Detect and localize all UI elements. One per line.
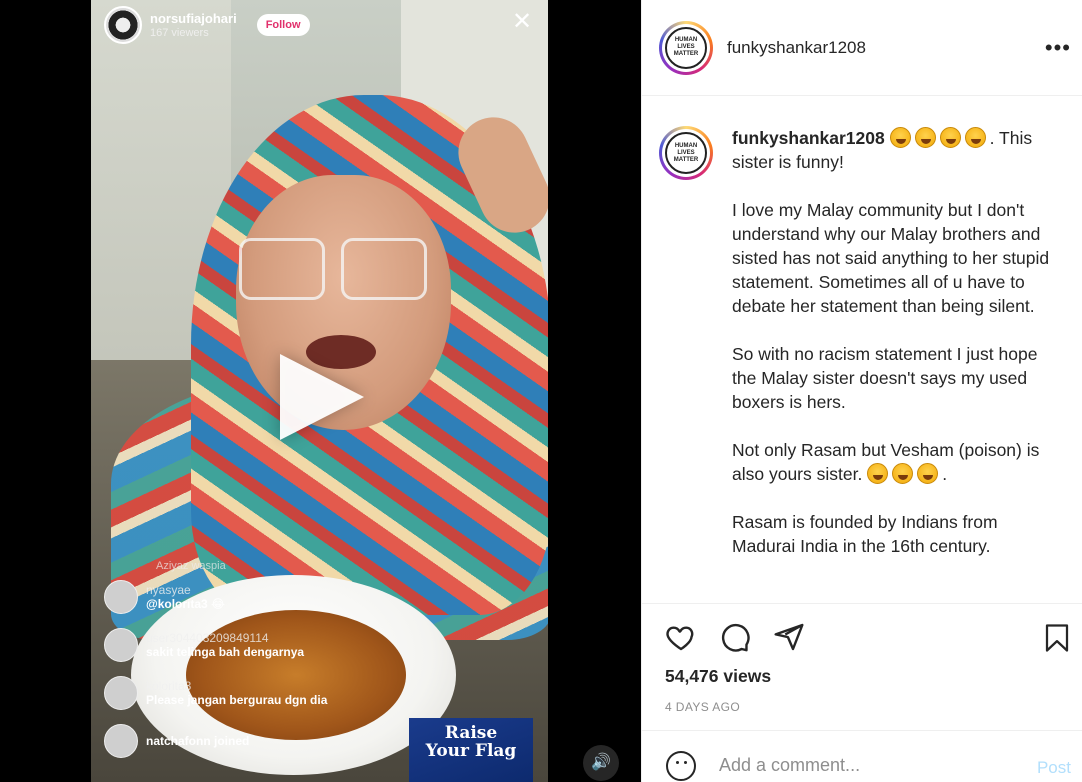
commenter-avatar	[104, 628, 138, 662]
comment-bar: Post	[642, 730, 1082, 782]
live-comment-partial: Aziyaz waspia	[156, 560, 226, 572]
video-pane[interactable]: norsufiajohari 167 viewers Follow ✕ Aziy…	[0, 0, 641, 782]
banner-line-1: Raise	[444, 723, 498, 743]
follow-button[interactable]: Follow	[256, 14, 310, 36]
caption: HUMAN LIVES MATTER funkyshankar1208 . Th…	[659, 126, 1063, 582]
live-comment: user304403209849114 sakit telinga bah de…	[104, 628, 404, 662]
emoji-smile-icon[interactable]	[666, 751, 696, 781]
post-date[interactable]: 4 DAYS AGO	[665, 700, 740, 714]
post-actions	[642, 605, 1082, 667]
profile-avatar[interactable]: HUMAN LIVES MATTER	[659, 20, 713, 75]
join-notice-text: natchafonn joined	[146, 734, 250, 748]
rofl-emoji-icon	[892, 463, 914, 484]
raise-your-flag-banner: Raise Your Flag	[409, 718, 533, 782]
caption-paragraph-2: I love my Malay community but I don't un…	[732, 200, 1050, 316]
view-count[interactable]: 54,476 views	[665, 666, 771, 687]
post-username[interactable]: funkyshankar1208	[727, 38, 866, 58]
commenter-name: nyasyae	[146, 583, 191, 597]
rofl-emoji-icon	[889, 127, 911, 148]
more-options-icon[interactable]: •••	[1045, 37, 1071, 59]
caption-paragraph-5: Rasam is founded by Indians from Madurai…	[732, 512, 998, 556]
live-viewer-count: 167 viewers	[150, 27, 209, 39]
commenter-name: user304403209849114	[146, 631, 269, 645]
caption-area: HUMAN LIVES MATTER funkyshankar1208 . Th…	[642, 97, 1082, 604]
caption-avatar[interactable]: HUMAN LIVES MATTER	[659, 126, 713, 180]
live-user-avatar[interactable]	[104, 6, 142, 44]
post-pane: HUMAN LIVES MATTER funkyshankar1208 ••• …	[641, 0, 1082, 782]
comment-icon[interactable]	[718, 621, 752, 653]
live-comment: nyasyae @kolorita3 😂	[104, 580, 404, 614]
avatar-logo: HUMAN LIVES MATTER	[665, 132, 707, 174]
live-header: norsufiajohari 167 viewers Follow	[104, 6, 310, 44]
glasses-right-lens	[341, 238, 427, 300]
heart-icon[interactable]	[664, 621, 698, 653]
caption-paragraph-4-end: .	[942, 464, 948, 484]
share-icon[interactable]	[772, 621, 806, 653]
comment-text: Please jangan bergurau dgn dia	[146, 693, 328, 707]
avatar-logo: HUMAN LIVES MATTER	[665, 26, 707, 69]
post-comment-button[interactable]: Post	[1037, 758, 1071, 778]
play-icon[interactable]	[280, 354, 364, 440]
comment-text: sakit telinga bah dengarnya	[146, 645, 305, 659]
comment-input[interactable]	[719, 755, 1019, 776]
commenter-name: kolorita3	[146, 679, 192, 693]
glasses-left-lens	[239, 238, 325, 300]
commenter-avatar	[104, 676, 138, 710]
rofl-emoji-icon	[867, 463, 889, 484]
wave-hand-icon	[104, 724, 138, 758]
rofl-emoji-icon	[939, 127, 961, 148]
live-join-notice: natchafonn joined	[104, 724, 404, 758]
live-user-info: norsufiajohari 167 viewers	[150, 11, 237, 39]
bookmark-icon[interactable]	[1042, 621, 1072, 655]
comment-text: @kolorita3 😂	[146, 597, 226, 611]
live-comment: kolorita3 Please jangan bergurau dgn dia	[104, 676, 404, 710]
volume-icon[interactable]: 🔊	[583, 745, 619, 781]
post-header: HUMAN LIVES MATTER funkyshankar1208 •••	[642, 0, 1082, 96]
banner-line-2: Your Flag	[425, 741, 517, 761]
rofl-emoji-icon	[914, 127, 936, 148]
live-username[interactable]: norsufiajohari	[150, 11, 237, 27]
commenter-avatar	[104, 580, 138, 614]
caption-paragraph-3: So with no racism statement I just hope …	[732, 344, 1038, 412]
live-comments: Aziyaz waspia nyasyae @kolorita3 😂 user3…	[104, 560, 404, 772]
rofl-emoji-icon	[917, 463, 939, 484]
caption-username[interactable]: funkyshankar1208	[732, 128, 885, 148]
close-icon[interactable]: ✕	[512, 10, 532, 34]
rofl-emoji-icon	[964, 127, 986, 148]
caption-text: funkyshankar1208 . This sister is funny!…	[732, 126, 1062, 582]
